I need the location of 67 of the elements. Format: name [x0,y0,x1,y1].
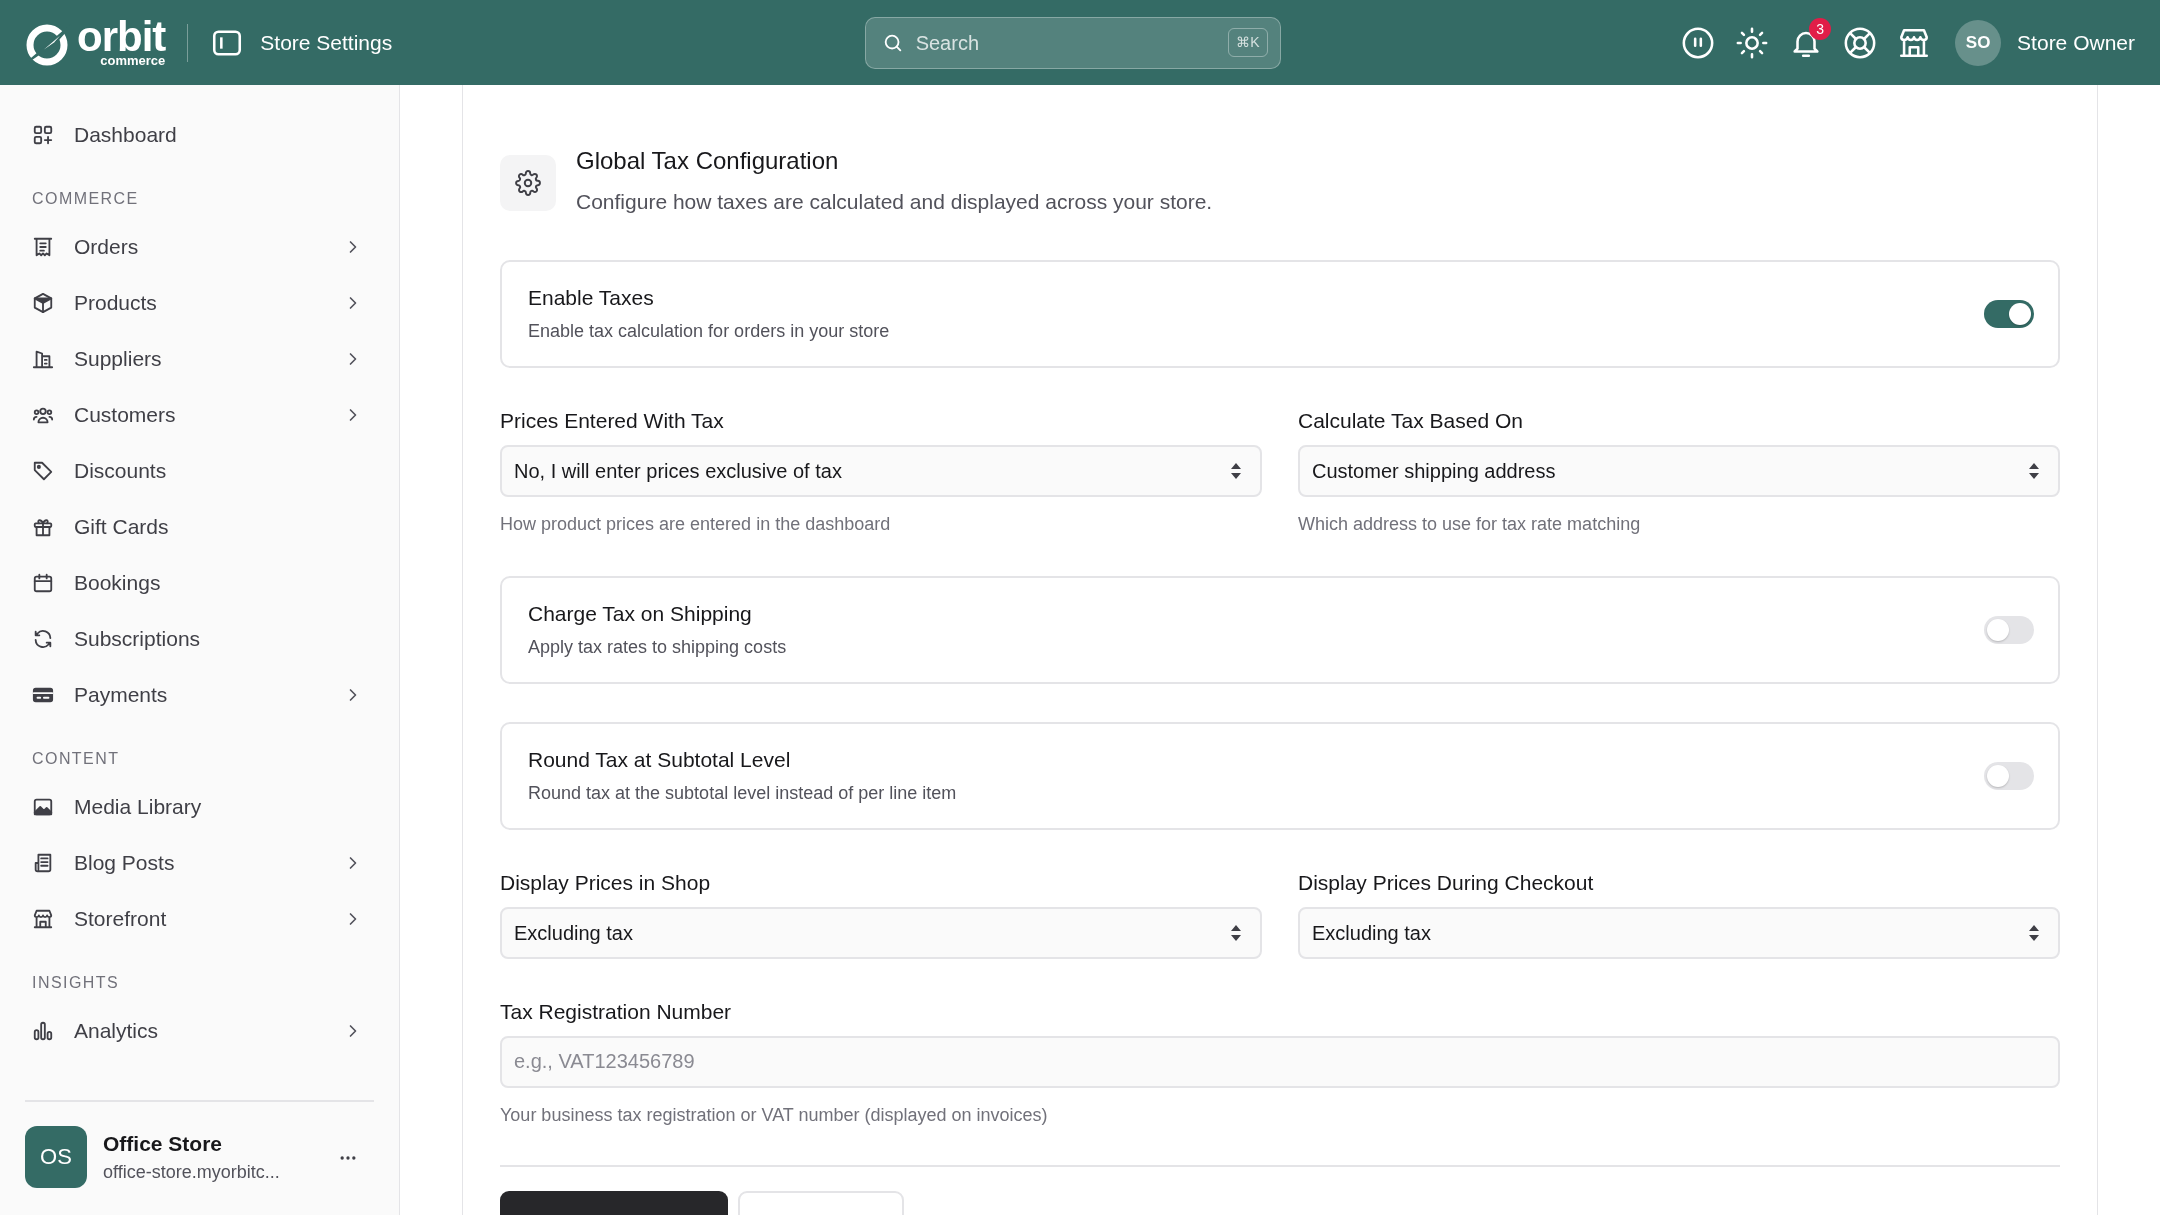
user-name: Store Owner [2017,29,2135,56]
toggle-switch[interactable] [1984,299,2034,328]
sun-icon[interactable] [1735,25,1770,60]
field-label: Display Prices in Shop [500,869,712,896]
setting-description: Round tax at the subtotal level instead of per line item [528,781,958,805]
nav-item[interactable]: Customers [0,387,399,444]
logo-tagline: commerce [100,53,166,67]
nav-item[interactable]: Media Library [0,779,399,836]
section-description: Configure how taxes are calculated and displayed across your store. [576,189,1213,216]
nav-item[interactable]: Gift Cards [0,499,399,556]
select-field[interactable]: Customer shipping address [1298,444,2060,497]
setting-description: Enable tax calculation for orders in your store [528,319,891,343]
store-name: Office Store [103,1130,224,1157]
field-label: Display Prices During Checkout [1298,869,1595,896]
setting-description: Apply tax rates to shipping costs [528,635,788,659]
setting-title: Enable Taxes [528,285,655,312]
section-heading: COMMERCE [31,189,140,210]
select-field[interactable]: No, I will enter prices exclusive of tax [500,444,1262,497]
field-label: Prices Entered With Tax [500,407,725,434]
lifebuoy-icon[interactable] [1843,25,1878,60]
store-avatar: OS [25,1126,87,1188]
cube-icon [32,292,54,315]
shortcut-hint: ⌘K [1228,28,1268,58]
toggle-switch[interactable] [1984,761,2034,790]
nav-item[interactable]: Orders [0,219,399,276]
toggle-switch[interactable] [1984,615,2034,644]
nav-item[interactable]: Storefront [0,891,399,948]
newspaper-icon [32,852,54,875]
nav-item[interactable]: Suppliers [0,331,399,388]
nav-item[interactable]: Products [0,275,399,332]
nav-item[interactable]: Payments [0,667,399,724]
nav-item[interactable]: Dashboard [0,107,399,164]
section-title: Global Tax Configuration [576,146,840,177]
grid-icon [32,124,54,147]
tag-icon [32,460,54,483]
select-field[interactable]: Excluding tax [500,906,1262,959]
store-address: office-store.myorbitc... [103,1161,281,1185]
settings-icon [500,155,556,212]
notification-count: 3 [1809,17,1832,40]
nav-item[interactable]: Analytics [0,1003,399,1060]
building-icon [32,348,54,371]
nav-item[interactable]: Subscriptions [0,611,399,668]
select-field[interactable]: Excluding tax [1298,906,2060,959]
calendar-icon [32,572,54,595]
gift-icon [32,516,54,539]
help-text: Which address to use for tax rate matching [1298,512,1642,536]
setting-title: Round Tax at Subtotal Level [528,747,792,774]
section-heading: INSIGHTS [31,973,121,994]
nav-item[interactable]: Discounts [0,443,399,500]
pause-icon[interactable] [1681,25,1716,60]
nav-item[interactable]: Blog Posts [0,835,399,892]
bar-chart-icon [32,1020,54,1043]
section-heading: CONTENT [31,749,121,770]
refresh-icon [32,628,54,651]
field-label: Calculate Tax Based On [1298,407,1524,434]
logo-name: orbit [77,18,166,56]
help-text: How product prices are entered in the dashboard [500,512,892,536]
search-field[interactable]: Search [913,26,1229,59]
nav-item[interactable]: Bookings [0,555,399,612]
store-icon [32,908,54,931]
user-avatar[interactable]: SO [1955,19,2002,66]
page-title: Store Settings [260,29,393,56]
receipt-icon [32,236,54,259]
help-text: Your business tax registration or VAT number (displayed on invoices) [500,1103,1049,1127]
input-field[interactable]: e.g., VAT123456789 [500,1035,2060,1088]
field-label: Tax Registration Number [500,998,733,1025]
setting-title: Charge Tax on Shipping [528,601,753,628]
